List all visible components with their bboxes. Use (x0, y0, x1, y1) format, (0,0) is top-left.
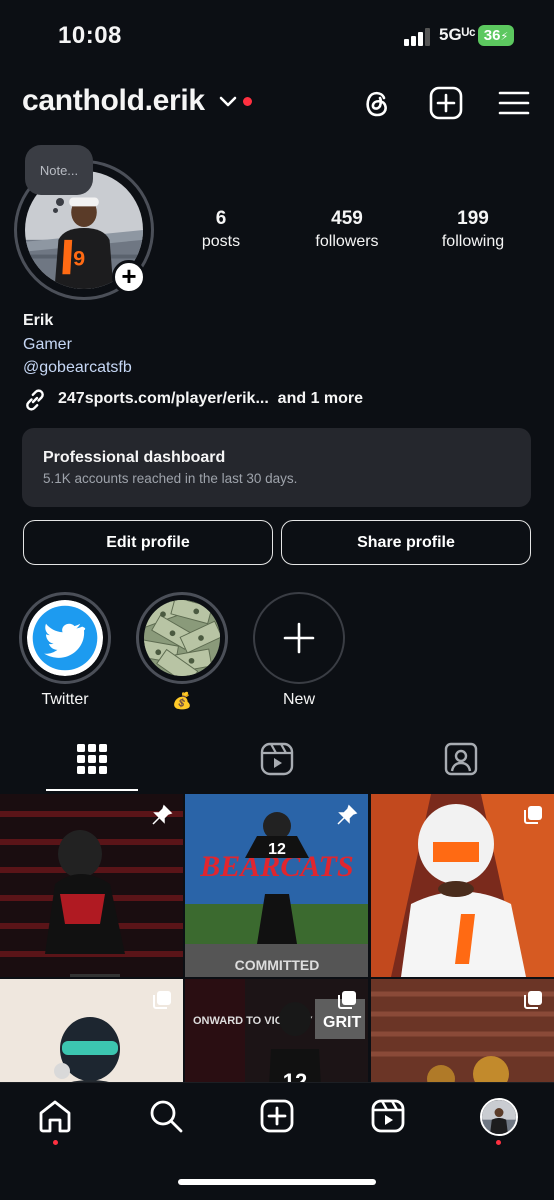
menu-icon[interactable] (497, 86, 531, 120)
note-bubble-tail (56, 198, 64, 206)
profile-bio[interactable]: Gamer (23, 336, 72, 354)
add-story-button[interactable]: + (112, 260, 146, 294)
reels-icon[interactable] (260, 742, 294, 776)
reels-nav-icon[interactable] (370, 1098, 406, 1134)
post-thumbnail[interactable] (0, 794, 183, 977)
edit-profile-button[interactable]: Edit profile (23, 520, 273, 565)
professional-dashboard[interactable]: Professional dashboard 5.1K accounts rea… (22, 428, 531, 507)
stat-following-label: following (441, 233, 505, 250)
pin-icon (152, 804, 173, 825)
money-bag-icon: 💰 (172, 693, 192, 710)
carousel-icon (153, 991, 171, 1009)
stat-followers[interactable]: 459 followers (287, 208, 407, 251)
stat-following[interactable]: 199 following (413, 208, 533, 251)
highlight-label: New (282, 691, 315, 708)
battery-indicator: 36⚡ (478, 25, 514, 46)
stat-following-value: 199 (457, 208, 489, 229)
profile-link-url[interactable]: 247sports.com/player/erik... (58, 390, 269, 407)
carousel-icon (524, 806, 542, 824)
active-tab-indicator (46, 789, 138, 791)
post-thumbnail[interactable] (371, 794, 554, 977)
highlight-label: Twitter (41, 691, 89, 708)
status-bar: 10:08 5Gᵁᶜ 36⚡ (0, 0, 554, 70)
profile-mention[interactable]: @gobearcatsfb (23, 359, 132, 377)
profile-link[interactable]: 247sports.com/player/erik... and 1 more (58, 390, 363, 408)
dashboard-subtitle: 5.1K accounts reached in the last 30 day… (43, 471, 298, 486)
post-thumbnail[interactable]: BEARCATS 12 COMMITTED (185, 794, 368, 977)
note-bubble[interactable]: Note... (25, 145, 93, 195)
stat-followers-label: followers (315, 233, 379, 250)
network-label: 5Gᵁᶜ (439, 25, 476, 44)
avatar-thumbnail (482, 1100, 516, 1134)
stat-posts-label: posts (201, 233, 241, 250)
grid-icon[interactable] (75, 742, 109, 776)
profile-nav-avatar[interactable] (480, 1098, 518, 1136)
tagged-icon[interactable] (444, 742, 478, 776)
highlight-twitter[interactable]: Twitter (19, 592, 111, 709)
highlight-new[interactable]: New (253, 592, 345, 709)
carousel-icon (338, 991, 356, 1009)
highlight-ring (136, 592, 228, 684)
stat-followers-value: 459 (331, 208, 363, 229)
notification-dot (243, 97, 252, 106)
svg-text:12: 12 (268, 841, 286, 858)
highlight-money[interactable]: 💰 (136, 592, 228, 711)
share-profile-button[interactable]: Share profile (281, 520, 531, 565)
create-icon[interactable] (259, 1098, 295, 1134)
highlight-ring (19, 592, 111, 684)
carousel-icon (524, 991, 542, 1009)
home-icon[interactable] (37, 1098, 73, 1134)
profile-name: Erik (23, 312, 54, 329)
plus-icon (283, 622, 315, 654)
battery-level: 36 (483, 27, 501, 44)
note-bubble-tail-small (53, 208, 58, 213)
money-pile-image (144, 600, 220, 676)
search-icon[interactable] (148, 1098, 184, 1134)
new-highlight-ring (253, 592, 345, 684)
stat-posts-value: 6 (215, 208, 227, 229)
pin-icon (337, 804, 358, 825)
profile-link-more[interactable]: and 1 more (278, 390, 363, 407)
threads-icon[interactable] (360, 86, 394, 120)
profile-notification-dot (496, 1140, 501, 1145)
create-post-icon[interactable] (429, 86, 463, 120)
cellular-signal-icon (404, 28, 430, 46)
dashboard-title: Professional dashboard (43, 449, 226, 466)
svg-text:GRIT: GRIT (323, 1014, 361, 1031)
profile-username[interactable]: canthold.erik (22, 84, 205, 118)
stat-posts[interactable]: 6 posts (161, 208, 281, 251)
twitter-bird-icon (27, 600, 103, 676)
link-icon (26, 389, 44, 411)
svg-text:9: 9 (73, 245, 85, 270)
home-notification-dot (53, 1140, 58, 1145)
status-time: 10:08 (58, 22, 122, 49)
chevron-down-icon[interactable] (218, 95, 238, 109)
svg-text:COMMITTED: COMMITTED (235, 957, 320, 973)
home-indicator (178, 1179, 376, 1185)
